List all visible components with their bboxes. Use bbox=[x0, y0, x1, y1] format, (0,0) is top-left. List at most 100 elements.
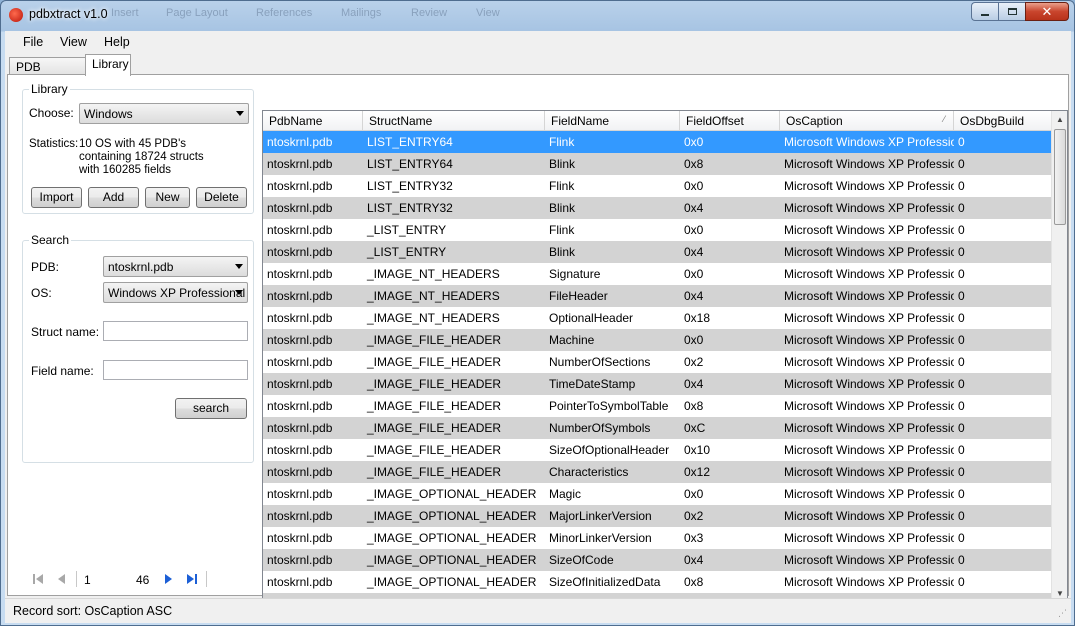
column-header-fieldoffset[interactable]: FieldOffset bbox=[680, 111, 780, 131]
tab-pdb-explorer[interactable]: PDB Explorer bbox=[9, 57, 86, 88]
table-row[interactable]: ntoskrnl.pdb _IMAGE_FILE_HEADER PointerToS… bbox=[263, 395, 1053, 417]
cell-fieldname[interactable]: NumberOfSections bbox=[547, 351, 680, 373]
cell-fieldname[interactable]: Flink bbox=[547, 219, 680, 241]
cell-osdbgbuild[interactable]: 0 bbox=[956, 197, 1051, 219]
cell-pdbname[interactable]: ntoskrnl.pdb bbox=[265, 483, 363, 505]
table-row[interactable]: ntoskrnl.pdb_IMAGE_OPTIONAL_HEADERSizeOf… bbox=[263, 549, 1053, 571]
cell-oscaption[interactable]: Microsoft Windows XP Professional bbox=[782, 373, 954, 395]
cell-pdbname[interactable]: ntoskrnl.pdb bbox=[265, 219, 363, 241]
cell-structname[interactable]: LIST_ENTRY64 bbox=[365, 131, 545, 153]
cell-fieldoffset[interactable]: 0x8 bbox=[682, 153, 780, 175]
cell-fieldoffset[interactable]: 0x0 bbox=[682, 329, 780, 351]
cell-pdbname[interactable]: ntoskrnl.pdb bbox=[265, 439, 363, 461]
cell-oscaption[interactable]: Microsoft Windows XP Professional bbox=[782, 153, 954, 175]
column-header-fieldname[interactable]: FieldName bbox=[545, 111, 680, 131]
cell-oscaption[interactable]: Microsoft Windows XP Professional bbox=[782, 197, 954, 219]
cell-structname[interactable]: _IMAGE_OPTIONAL_HEADER bbox=[365, 483, 545, 505]
cell-oscaption[interactable]: Microsoft Windows XP Professional bbox=[782, 285, 954, 307]
cell-fieldname[interactable]: Blink bbox=[547, 153, 680, 175]
cell-oscaption[interactable]: Microsoft Windows XP Professional bbox=[782, 329, 954, 351]
import-button[interactable]: Import bbox=[31, 187, 82, 208]
cell-fieldoffset[interactable]: 0x4 bbox=[682, 241, 780, 263]
cell-fieldoffset[interactable]: 0x4 bbox=[682, 285, 780, 307]
cell-structname[interactable]: _IMAGE_OPTIONAL_HEADER bbox=[365, 505, 545, 527]
last-page-button[interactable] bbox=[184, 571, 200, 587]
cell-fieldname[interactable]: NumberOfSymbols bbox=[547, 417, 680, 439]
table-row[interactable]: ntoskrnl.pdb _IMAGE_FILE_HEADER NumberOfSy… bbox=[263, 417, 1053, 439]
table-row[interactable]: ntoskrnl.pdb _LIST_ENTRY Blink 0x4 Microsoft… bbox=[263, 241, 1053, 263]
cell-structname[interactable]: _IMAGE_FILE_HEADER bbox=[365, 329, 545, 351]
table-row[interactable]: ntoskrnl.pdb_IMAGE_OPTIONAL_HEADERSizeOf… bbox=[263, 571, 1053, 593]
table-row[interactable]: ntoskrnl.pdb LIST_ENTRY32 Flink 0x0 Microsof… bbox=[263, 175, 1053, 197]
column-header-osdbgbuild[interactable]: OsDbgBuild bbox=[954, 111, 1053, 131]
cell-structname[interactable]: _IMAGE_FILE_HEADER bbox=[365, 417, 545, 439]
cell-pdbname[interactable]: ntoskrnl.pdb bbox=[265, 285, 363, 307]
cell-fieldname[interactable]: Signature bbox=[547, 263, 680, 285]
menu-file[interactable]: File bbox=[23, 35, 43, 49]
table-row[interactable]: ntoskrnl.pdb _IMAGE_FILE_HEADER Machine 0x0… bbox=[263, 329, 1053, 351]
cell-structname[interactable]: _IMAGE_FILE_HEADER bbox=[365, 439, 545, 461]
cell-fieldoffset[interactable]: 0x18 bbox=[682, 307, 780, 329]
cell-oscaption[interactable]: Microsoft Windows XP Professional bbox=[782, 483, 954, 505]
cell-fieldname[interactable]: SizeOfInitializedData bbox=[547, 571, 680, 593]
cell-osdbgbuild[interactable]: 0 bbox=[956, 175, 1051, 197]
table-row[interactable]: ntoskrnl.pdb _IMAGE_NT_HEADERS FileHeader 0… bbox=[263, 285, 1053, 307]
results-grid[interactable]: PdbName StructName FieldName FieldOffset… bbox=[262, 110, 1068, 620]
table-row[interactable]: ntoskrnl.pdb LIST_ENTRY64 Blink 0x8 Microsof… bbox=[263, 153, 1053, 175]
cell-structname[interactable]: _IMAGE_NT_HEADERS bbox=[365, 263, 545, 285]
cell-oscaption[interactable]: Microsoft Windows XP Professional bbox=[782, 241, 954, 263]
table-row[interactable]: ntoskrnl.pdb _LIST_ENTRY Flink 0x0 Microsoft… bbox=[263, 219, 1053, 241]
cell-fieldname[interactable]: Magic bbox=[547, 483, 680, 505]
cell-fieldoffset[interactable]: 0x0 bbox=[682, 263, 780, 285]
cell-fieldname[interactable]: Characteristics bbox=[547, 461, 680, 483]
cell-fieldoffset[interactable]: 0x4 bbox=[682, 373, 780, 395]
cell-structname[interactable]: _LIST_ENTRY bbox=[365, 219, 545, 241]
cell-oscaption[interactable]: Microsoft Windows XP Professional bbox=[782, 351, 954, 373]
cell-osdbgbuild[interactable]: 0 bbox=[956, 417, 1051, 439]
cell-osdbgbuild[interactable]: 0 bbox=[956, 527, 1051, 549]
scroll-down-icon[interactable]: ▼ bbox=[1056, 589, 1064, 598]
cell-fieldoffset[interactable]: 0x10 bbox=[682, 439, 780, 461]
tab-library[interactable]: Library bbox=[85, 54, 131, 76]
library-choose-select[interactable]: Windows bbox=[79, 103, 249, 124]
cell-fieldname[interactable]: FileHeader bbox=[547, 285, 680, 307]
vertical-scrollbar[interactable]: ▲ ▼ bbox=[1051, 111, 1067, 601]
cell-structname[interactable]: _IMAGE_FILE_HEADER bbox=[365, 395, 545, 417]
cell-pdbname[interactable]: ntoskrnl.pdb bbox=[265, 395, 363, 417]
cell-fieldoffset[interactable]: 0x0 bbox=[682, 131, 780, 153]
cell-structname[interactable]: _LIST_ENTRY bbox=[365, 241, 545, 263]
cell-fieldoffset[interactable]: 0x2 bbox=[682, 351, 780, 373]
cell-pdbname[interactable]: ntoskrnl.pdb bbox=[265, 505, 363, 527]
cell-pdbname[interactable]: ntoskrnl.pdb bbox=[265, 153, 363, 175]
cell-fieldoffset[interactable]: 0x12 bbox=[682, 461, 780, 483]
table-row[interactable]: ntoskrnl.pdb _IMAGE_OPTIONAL_HEADER MinorL… bbox=[263, 527, 1053, 549]
cell-fieldoffset[interactable]: 0x2 bbox=[682, 505, 780, 527]
cell-pdbname[interactable]: ntoskrnl.pdb bbox=[265, 241, 363, 263]
cell-structname[interactable]: _IMAGE_OPTIONAL_HEADER bbox=[365, 527, 545, 549]
cell-structname[interactable]: _IMAGE_FILE_HEADER bbox=[365, 351, 545, 373]
cell-pdbname[interactable]: ntoskrnl.pdb bbox=[265, 351, 363, 373]
cell-structname[interactable]: _IMAGE_FILE_HEADER bbox=[365, 373, 545, 395]
cell-fieldoffset[interactable]: 0x8 bbox=[682, 395, 780, 417]
pdb-select[interactable]: ntoskrnl.pdb bbox=[103, 256, 248, 277]
cell-fieldname[interactable]: PointerToSymbolTable bbox=[547, 395, 680, 417]
cell-osdbgbuild[interactable]: 0 bbox=[956, 439, 1051, 461]
table-row[interactable]: ntoskrnl.pdb _IMAGE_OPTIONAL_HEADER Magic 0… bbox=[263, 483, 1053, 505]
cell-pdbname[interactable]: ntoskrnl.pdb bbox=[265, 461, 363, 483]
cell-pdbname[interactable]: ntoskrnl.pdb bbox=[265, 307, 363, 329]
cell-oscaption[interactable]: Microsoft Windows XP Professional bbox=[782, 175, 954, 197]
cell-osdbgbuild[interactable]: 0 bbox=[956, 329, 1051, 351]
delete-button[interactable]: Delete bbox=[196, 187, 247, 208]
first-page-button[interactable] bbox=[30, 571, 46, 587]
search-button[interactable]: search bbox=[175, 398, 247, 419]
minimize-button[interactable] bbox=[971, 2, 998, 21]
cell-oscaption[interactable]: Microsoft Windows XP Professional bbox=[782, 461, 954, 483]
cell-osdbgbuild[interactable]: 0 bbox=[956, 219, 1051, 241]
column-header-oscaption[interactable]: OsCaption ⁄ bbox=[780, 111, 954, 131]
cell-osdbgbuild[interactable]: 0 bbox=[956, 549, 1051, 571]
os-select[interactable]: Windows XP Professional bbox=[103, 282, 248, 303]
cell-osdbgbuild[interactable]: 0 bbox=[956, 505, 1051, 527]
add-button[interactable]: Add bbox=[88, 187, 139, 208]
cell-fieldname[interactable]: OptionalHeader bbox=[547, 307, 680, 329]
cell-oscaption[interactable]: Microsoft Windows XP Professional bbox=[782, 549, 954, 571]
